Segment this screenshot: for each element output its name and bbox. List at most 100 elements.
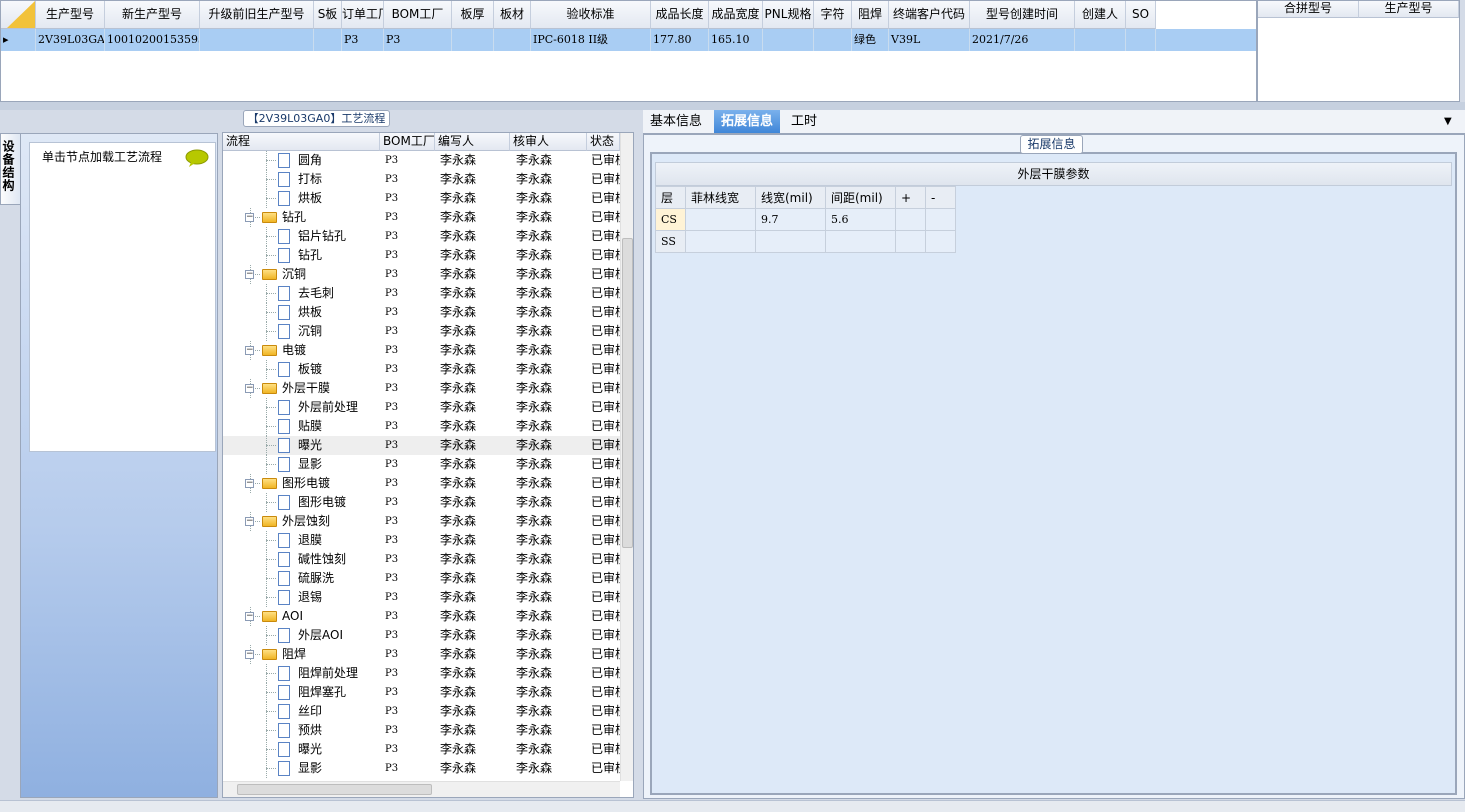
grid-cell[interactable]: IPC-6018 II级 — [531, 29, 651, 51]
device-tree-area[interactable]: 单击节点加载工艺流程 — [29, 142, 216, 452]
grid-header-16[interactable]: 型号创建时间 — [970, 1, 1075, 29]
tree-row[interactable]: 显影 P3 李永森 李永森 已审核 — [223, 759, 620, 778]
tree-row[interactable]: 图形电镀 P3 李永森 李永森 已审核 — [223, 493, 620, 512]
collapse-icon[interactable]: − — [245, 650, 254, 659]
grid-header-17[interactable]: 创建人 — [1075, 1, 1126, 29]
grid-cell[interactable]: 2V39L03GA0 — [36, 29, 105, 51]
tree-row[interactable]: 曝光 P3 李永森 李永森 已审核 — [223, 740, 620, 759]
tree-row[interactable]: 外层前处理 P3 李永森 李永森 已审核 — [223, 398, 620, 417]
collapse-icon[interactable]: − — [245, 270, 254, 279]
remove-column-button[interactable]: - — [925, 186, 956, 209]
tree-row[interactable]: − 阻焊 P3 李永森 李永森 已审核 — [223, 645, 620, 664]
grid-header-13[interactable]: 字符 — [814, 1, 852, 29]
chevron-down-icon[interactable]: ▼ — [1444, 116, 1452, 127]
tree-row[interactable]: 烘板 P3 李永森 李永森 已审核 — [223, 303, 620, 322]
grid-header-5[interactable]: 订单工厂 — [342, 1, 384, 29]
tree-row[interactable]: 预烘 P3 李永森 李永森 已审核 — [223, 721, 620, 740]
collapse-icon[interactable]: − — [245, 213, 254, 222]
grid-header-3[interactable]: 升级前旧生产型号 — [200, 1, 314, 29]
grid-cell[interactable] — [494, 29, 531, 51]
film-width-cell[interactable] — [685, 230, 756, 253]
grid-cell[interactable]: V39L — [889, 29, 970, 51]
film-width-cell[interactable] — [685, 208, 756, 231]
tree-row[interactable]: 阻焊塞孔 P3 李永森 李永森 已审核 — [223, 683, 620, 702]
grid-cell[interactable] — [1126, 29, 1156, 51]
tree-row[interactable]: − 外层干膜 P3 李永森 李永森 已审核 — [223, 379, 620, 398]
tree-row[interactable]: 圆角 P3 李永森 李永森 已审核 — [223, 151, 620, 170]
add-column-button[interactable]: + — [895, 186, 926, 209]
minus-cell[interactable] — [925, 208, 956, 231]
tree-row[interactable]: 丝印 P3 李永森 李永森 已审核 — [223, 702, 620, 721]
tab-work-hours[interactable]: 工时 — [784, 110, 824, 133]
production-model-grid[interactable]: 生产型号新生产型号升级前旧生产型号S板订单工厂BOM工厂板厚板材验收标准成品长度… — [0, 0, 1257, 102]
tree-row[interactable]: − AOI P3 李永森 李永森 已审核 — [223, 607, 620, 626]
tree-vertical-scrollbar[interactable] — [620, 133, 633, 781]
tree-row[interactable]: 硫脲洗 P3 李永森 李永森 已审核 — [223, 569, 620, 588]
col-reviewer[interactable]: 核审人 — [510, 133, 587, 151]
scroll-thumb[interactable] — [622, 238, 633, 548]
tree-horizontal-scrollbar[interactable] — [223, 781, 620, 797]
tree-row[interactable]: 曝光 P3 李永森 李永森 已审核 — [223, 436, 620, 455]
spacing-cell[interactable] — [825, 230, 896, 253]
tree-row[interactable]: − 电镀 P3 李永森 李永森 已审核 — [223, 341, 620, 360]
grid-cell[interactable] — [200, 29, 314, 51]
col-writer[interactable]: 编写人 — [435, 133, 510, 151]
collapse-icon[interactable]: − — [245, 384, 254, 393]
grid-header-4[interactable]: S板 — [314, 1, 342, 29]
grid-header-14[interactable]: 阻焊 — [852, 1, 889, 29]
col-process[interactable]: 流程 — [223, 133, 380, 151]
collapse-icon[interactable]: − — [245, 479, 254, 488]
grid-header-1[interactable]: 生产型号 — [36, 1, 105, 29]
grid-cell[interactable]: 10010200153593 — [105, 29, 200, 51]
tree-row[interactable]: 钻孔 P3 李永森 李永森 已审核 — [223, 246, 620, 265]
row-indicator-icon[interactable]: ▸ — [1, 29, 36, 51]
tab-device-structure[interactable]: 设备结构 — [0, 133, 20, 205]
grid-cell[interactable]: 177.80 — [651, 29, 709, 51]
tree-row[interactable]: − 外层蚀刻 P3 李永森 李永森 已审核 — [223, 512, 620, 531]
grid-header-15[interactable]: 终端客户代码 — [889, 1, 970, 29]
grid-cell[interactable] — [1075, 29, 1126, 51]
grid-header-12[interactable]: PNL规格 — [763, 1, 814, 29]
grid-header-2[interactable]: 新生产型号 — [105, 1, 200, 29]
plus-cell[interactable] — [895, 230, 926, 253]
scroll-thumb[interactable] — [237, 784, 432, 795]
grid-header-18[interactable]: SO — [1126, 1, 1156, 29]
grid-cell[interactable]: 2021/7/26 — [970, 29, 1075, 51]
grid-cell[interactable]: 绿色 — [852, 29, 889, 51]
tree-row[interactable]: − 图形电镀 P3 李永森 李永森 已审核 — [223, 474, 620, 493]
merged-model-header[interactable]: 合拼型号 — [1258, 1, 1359, 18]
grid-cell[interactable]: 165.10 — [709, 29, 763, 51]
grid-cell[interactable]: P3 — [384, 29, 452, 51]
col-status[interactable]: 状态 — [587, 133, 620, 151]
minus-cell[interactable] — [925, 230, 956, 253]
grid-row-selected[interactable]: ▸ 2V39L03GA0 10010200153593 P3 P3 IPC-6018 II… — [1, 29, 1256, 51]
grid-cell[interactable] — [763, 29, 814, 51]
tree-row[interactable]: 贴膜 P3 李永森 李永森 已审核 — [223, 417, 620, 436]
grid-header-9[interactable]: 验收标准 — [531, 1, 651, 29]
tree-row[interactable]: 碱性蚀刻 P3 李永森 李永森 已审核 — [223, 550, 620, 569]
tree-row[interactable]: 铝片钻孔 P3 李永森 李永森 已审核 — [223, 227, 620, 246]
grid-cell[interactable] — [452, 29, 494, 51]
tree-row[interactable]: 打标 P3 李永森 李永森 已审核 — [223, 170, 620, 189]
tree-row[interactable]: 阻焊前处理 P3 李永森 李永森 已审核 — [223, 664, 620, 683]
outer-dry-film-table[interactable]: 层 菲林线宽 线宽(mil) 间距(mil) + - CS 9.7 5.6 SS — [655, 186, 956, 253]
tree-row[interactable]: 退锡 P3 李永森 李永森 已审核 — [223, 588, 620, 607]
collapse-icon[interactable]: − — [245, 612, 254, 621]
collapse-icon[interactable]: − — [245, 517, 254, 526]
tab-basic-info[interactable]: 基本信息 — [643, 110, 709, 133]
process-flow-tree[interactable]: 流程 BOM工厂 编写人 核审人 状态 圆角P3李永森李永森已审核打标P3李永森… — [222, 132, 634, 798]
tree-row[interactable]: 去毛刺 P3 李永森 李永森 已审核 — [223, 284, 620, 303]
tree-row[interactable]: 沉铜 P3 李永森 李永森 已审核 — [223, 322, 620, 341]
grid-header-11[interactable]: 成品宽度 — [709, 1, 763, 29]
line-width-cell[interactable]: 9.7 — [755, 208, 826, 231]
tab-extended-info[interactable]: 拓展信息 — [714, 110, 781, 133]
tree-row[interactable]: 烘板 P3 李永森 李永森 已审核 — [223, 189, 620, 208]
grid-header-7[interactable]: 板厚 — [452, 1, 494, 29]
tree-row[interactable]: 外层AOI P3 李永森 李永森 已审核 — [223, 626, 620, 645]
grid-cell[interactable]: P3 — [342, 29, 384, 51]
merged-model-grid[interactable]: 合拼型号 生产型号 — [1257, 0, 1460, 102]
plus-cell[interactable] — [895, 208, 926, 231]
horizontal-splitter[interactable] — [0, 102, 1465, 110]
col-bom-factory[interactable]: BOM工厂 — [380, 133, 435, 151]
production-model-header[interactable]: 生产型号 — [1359, 1, 1459, 18]
